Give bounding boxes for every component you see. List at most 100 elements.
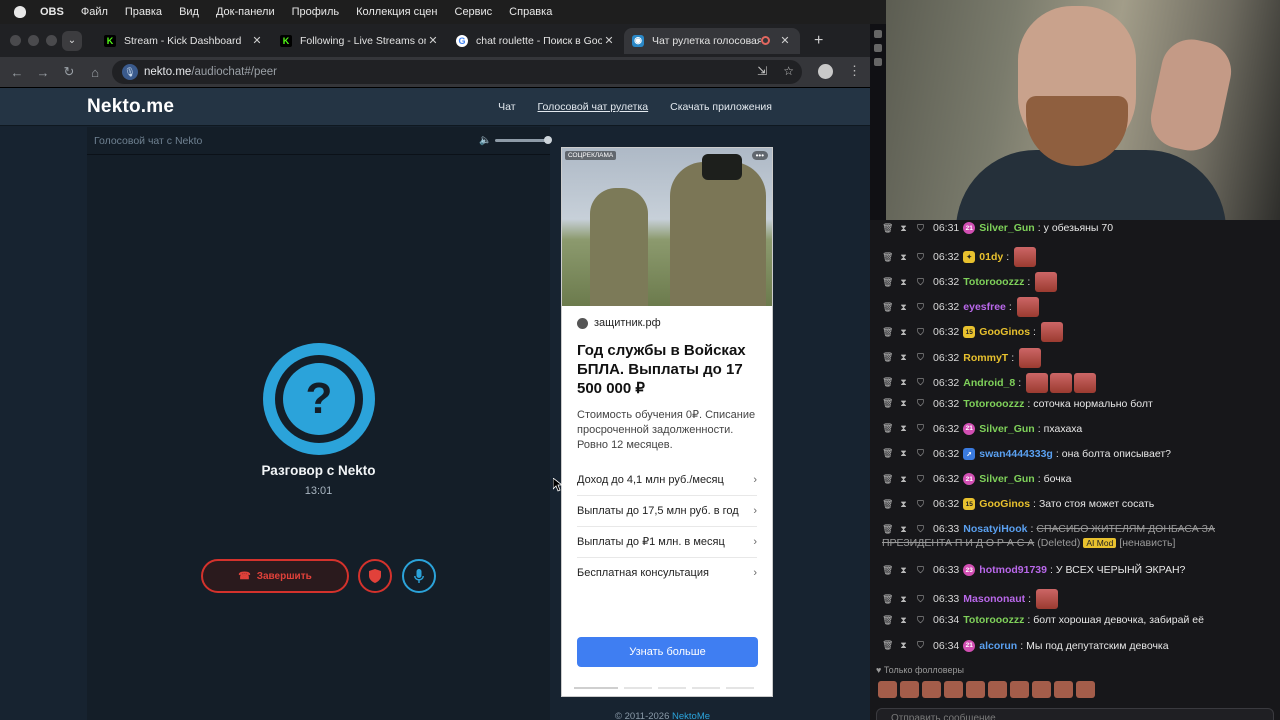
timeout-icon[interactable]: ⧗ — [899, 423, 908, 434]
timeout-icon[interactable]: ⧗ — [899, 499, 908, 510]
shield-icon[interactable]: ⛉ — [916, 448, 925, 459]
delete-icon[interactable]: 🗑 — [882, 448, 893, 459]
delete-icon[interactable]: 🗑 — [882, 423, 893, 434]
username[interactable]: Silver_Gun — [979, 222, 1034, 234]
timeout-icon[interactable]: ⧗ — [899, 640, 908, 651]
tab-kick-dashboard[interactable]: K Stream - Kick Dashboard ✕ — [96, 28, 272, 54]
username[interactable]: eyesfree — [963, 301, 1006, 313]
delete-icon[interactable]: 🗑 — [882, 640, 893, 651]
chat-input[interactable]: Отправить сообщение — [876, 708, 1274, 720]
ad-headline[interactable]: Год службы в Войсках БПЛА. Выплаты до 17… — [562, 329, 772, 398]
site-logo[interactable]: Nekto.me — [87, 96, 174, 118]
nav-download-apps[interactable]: Скачать приложения — [670, 101, 772, 113]
end-call-button[interactable]: ☎ Завершить — [201, 559, 349, 593]
back-arrow-icon[interactable]: ← — [4, 65, 30, 80]
menu-tools[interactable]: Сервис — [455, 6, 493, 18]
close-tab-icon[interactable]: ✕ — [778, 34, 792, 47]
username[interactable]: alcorun — [979, 640, 1017, 652]
delete-icon[interactable]: 🗑 — [882, 377, 893, 388]
shield-icon[interactable]: ⛉ — [916, 352, 925, 363]
shield-icon[interactable]: ⛉ — [916, 423, 925, 434]
apple-icon[interactable] — [14, 6, 26, 18]
username[interactable]: Totorooozzz — [963, 276, 1024, 288]
delete-icon[interactable]: 🗑 — [882, 352, 893, 363]
timeout-icon[interactable]: ⧗ — [899, 398, 908, 409]
shield-icon[interactable]: ⛉ — [916, 615, 925, 626]
maximize-window-button[interactable] — [46, 35, 57, 46]
shield-icon[interactable]: ⛉ — [916, 499, 925, 510]
report-button[interactable] — [358, 559, 392, 593]
ad-source[interactable]: защитник.рф — [562, 306, 772, 329]
timeout-icon[interactable]: ⧗ — [899, 474, 908, 485]
close-tab-icon[interactable]: ✕ — [602, 34, 616, 47]
menu-scene-collection[interactable]: Коллекция сцен — [356, 6, 437, 18]
close-tab-icon[interactable]: ✕ — [250, 34, 264, 47]
menubar-app-name[interactable]: OBS — [40, 6, 64, 18]
shield-icon[interactable]: ⛉ — [916, 594, 925, 605]
shield-icon[interactable]: ⛉ — [916, 377, 925, 388]
ad-cta-button[interactable]: Узнать больше — [577, 637, 758, 667]
username[interactable]: hotmod91739 — [979, 564, 1047, 576]
delete-icon[interactable]: 🗑 — [882, 398, 893, 409]
shield-icon[interactable]: ⛉ — [916, 252, 925, 263]
timeout-icon[interactable]: ⧗ — [899, 377, 908, 388]
delete-icon[interactable]: 🗑 — [882, 615, 893, 626]
timeout-icon[interactable]: ⧗ — [899, 448, 908, 459]
tab-kick-following[interactable]: K Following - Live Streams on K ✕ — [272, 28, 448, 54]
microphone-permission-icon[interactable]: 🎙 — [122, 64, 138, 80]
delete-icon[interactable]: 🗑 — [882, 499, 893, 510]
shield-icon[interactable]: ⛉ — [916, 302, 925, 313]
username[interactable]: Android_8 — [963, 377, 1015, 389]
profile-avatar[interactable] — [818, 64, 833, 79]
delete-icon[interactable]: 🗑 — [882, 565, 893, 576]
username[interactable]: Totorooozzz — [963, 614, 1024, 626]
menu-file[interactable]: Файл — [81, 6, 108, 18]
menu-help[interactable]: Справка — [509, 6, 552, 18]
timeout-icon[interactable]: ⧗ — [899, 302, 908, 313]
shield-icon[interactable]: ⛉ — [916, 565, 925, 576]
shield-icon[interactable]: ⛉ — [916, 474, 925, 485]
emote-button[interactable] — [988, 681, 1007, 698]
install-app-icon[interactable]: ⇲ — [757, 64, 767, 78]
tab-search-button[interactable]: ⌄ — [62, 30, 82, 51]
emote-button[interactable] — [922, 681, 941, 698]
emote-button[interactable] — [1054, 681, 1073, 698]
bookmark-star-icon[interactable]: ☆ — [783, 64, 794, 78]
microphone-toggle-button[interactable] — [402, 559, 436, 593]
home-icon[interactable]: ⌂ — [82, 65, 108, 80]
nav-chat[interactable]: Чат — [498, 101, 515, 113]
delete-icon[interactable]: 🗑 — [882, 327, 893, 338]
tab-google-search[interactable]: G chat roulette - Поиск в Goog ✕ — [448, 28, 624, 54]
browser-menu-icon[interactable]: ⋮ — [848, 63, 861, 79]
copyright-link[interactable]: NektoMe — [672, 711, 710, 720]
ad-link-consultation[interactable]: Бесплатная консультация › — [577, 558, 757, 588]
close-window-button[interactable] — [10, 35, 21, 46]
shield-icon[interactable]: ⛉ — [916, 524, 925, 535]
timeout-icon[interactable]: ⧗ — [899, 277, 908, 288]
menu-edit[interactable]: Правка — [125, 6, 162, 18]
timeout-icon[interactable]: ⧗ — [899, 352, 908, 363]
username[interactable]: RommyT — [963, 352, 1008, 364]
timeout-icon[interactable]: ⧗ — [899, 524, 908, 535]
username[interactable]: NosatyiHook — [963, 523, 1027, 535]
delete-icon[interactable]: 🗑 — [882, 223, 893, 234]
delete-icon[interactable]: 🗑 — [882, 302, 893, 313]
delete-icon[interactable]: 🗑 — [882, 524, 893, 535]
timeout-icon[interactable]: ⧗ — [899, 252, 908, 263]
url-input[interactable]: 🎙 nekto.me /audiochat#/peer ⇲ ☆ — [112, 60, 802, 84]
ad-more-icon[interactable]: ••• — [751, 151, 768, 160]
ad-link-yearly-payments[interactable]: Выплаты до 17,5 млн руб. в год › — [577, 496, 757, 527]
shield-icon[interactable]: ⛉ — [916, 398, 925, 409]
timeout-icon[interactable]: ⧗ — [899, 615, 908, 626]
username[interactable]: Silver_Gun — [979, 423, 1034, 435]
menu-profile[interactable]: Профиль — [292, 6, 340, 18]
ad-banner[interactable]: СОЦРЕКЛАМА ••• защитник.рф Год службы в … — [561, 147, 773, 697]
delete-icon[interactable]: 🗑 — [882, 474, 893, 485]
delete-icon[interactable]: 🗑 — [882, 594, 893, 605]
reload-icon[interactable]: ↻ — [56, 64, 82, 80]
emote-button[interactable] — [900, 681, 919, 698]
username[interactable]: 01dy — [979, 251, 1003, 263]
shield-icon[interactable]: ⛉ — [916, 640, 925, 651]
timeout-icon[interactable]: ⧗ — [899, 223, 908, 234]
username[interactable]: GooGinos — [979, 326, 1030, 338]
